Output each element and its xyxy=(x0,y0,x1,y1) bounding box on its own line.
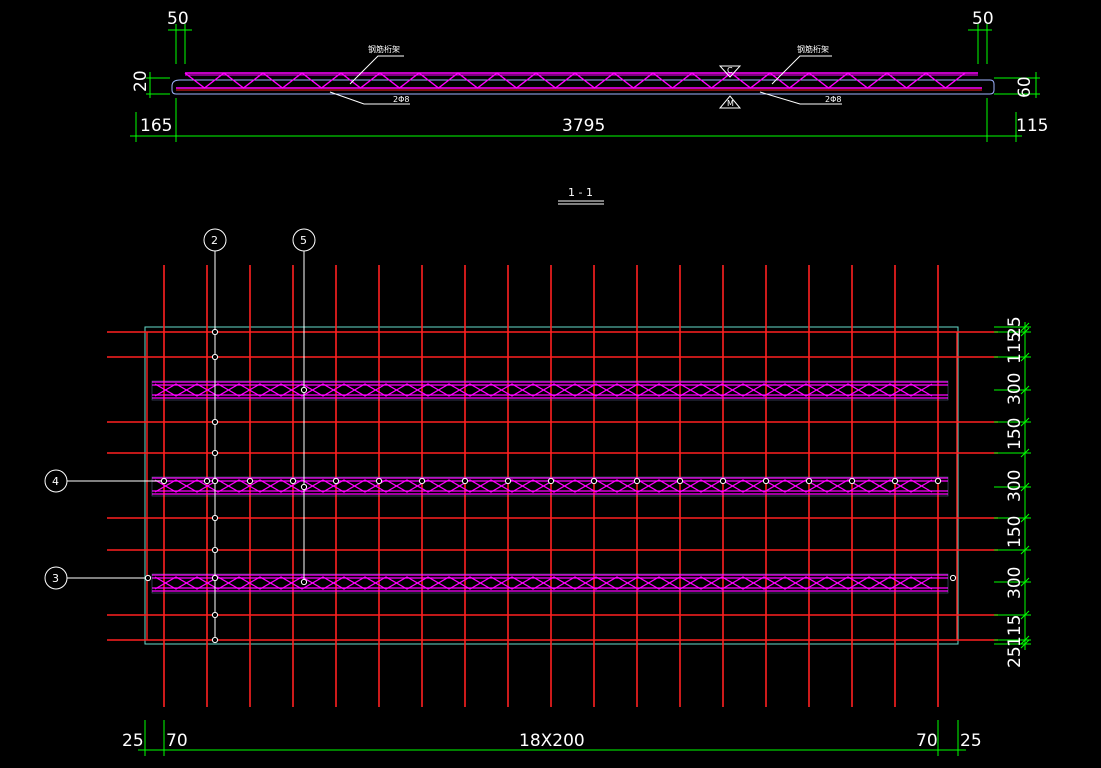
section-dot xyxy=(418,477,426,485)
callout-left-upper: 钢筋桁架 xyxy=(368,44,400,54)
svg-text:2: 2 xyxy=(211,234,218,247)
section-dot xyxy=(949,574,957,582)
plan-bottom-dim-25-right: 25 xyxy=(960,731,982,751)
section-dot xyxy=(762,477,770,485)
section-dot xyxy=(805,477,813,485)
section-dot xyxy=(144,574,152,582)
section-title: 1 - 1 xyxy=(568,186,593,199)
elevation-bottom-dim-115: 115 xyxy=(1016,116,1048,136)
elevation-bottom-dim-3795: 3795 xyxy=(562,116,605,136)
section-dot xyxy=(719,477,727,485)
section-dot xyxy=(289,477,297,485)
section-dot xyxy=(246,477,254,485)
callout-left-lower: 2Φ8 xyxy=(393,95,409,104)
section-dot xyxy=(676,477,684,485)
plan-bottom-dim-spacing: 18X200 xyxy=(519,731,585,751)
section-dot xyxy=(203,477,211,485)
section-dot xyxy=(211,449,219,457)
section-dot xyxy=(211,546,219,554)
elevation-top-dim-right: 50 xyxy=(972,9,994,29)
svg-text:5: 5 xyxy=(300,234,307,247)
section-dot xyxy=(504,477,512,485)
elevation-left-height: 20 xyxy=(131,70,151,92)
section-dot xyxy=(547,477,555,485)
section-dot xyxy=(211,611,219,619)
callout-right-upper: 钢筋桁架 xyxy=(797,44,829,54)
section-dot xyxy=(461,477,469,485)
plan-right-dim-25-bottom: 25 xyxy=(1005,646,1025,668)
plan-right-dim-300-c: 300 xyxy=(1005,567,1025,599)
section-dot xyxy=(211,574,219,582)
plan-bottom-dim-70-right: 70 xyxy=(916,731,938,751)
section-dot xyxy=(590,477,598,485)
section-dot xyxy=(848,477,856,485)
svg-text:4: 4 xyxy=(52,475,59,488)
plan-right-dim-115-top: 115 xyxy=(1005,332,1025,364)
section-dot xyxy=(211,477,219,485)
section-dot xyxy=(160,477,168,485)
plan-right-dim-150-b: 150 xyxy=(1005,516,1025,548)
plan-bottom-dim-70-left: 70 xyxy=(166,731,188,751)
section-dot xyxy=(211,328,219,336)
section-dot xyxy=(211,636,219,644)
section-dot xyxy=(300,386,308,394)
marker-bottom-symbol: M xyxy=(727,99,734,108)
section-dot xyxy=(332,477,340,485)
section-dot xyxy=(211,418,219,426)
section-dot xyxy=(633,477,641,485)
elevation-bottom-dim-165: 165 xyxy=(140,116,172,136)
plan-right-dim-300-b: 300 xyxy=(1005,470,1025,502)
section-dot xyxy=(934,477,942,485)
plan-right-dim-150-a: 150 xyxy=(1005,418,1025,450)
section-dot xyxy=(375,477,383,485)
section-dot xyxy=(300,578,308,586)
callout-right-lower: 2Φ8 xyxy=(825,95,841,104)
section-dot xyxy=(300,483,308,491)
section-dot xyxy=(211,353,219,361)
plan-right-dim-115-bottom: 115 xyxy=(1005,615,1025,647)
section-dot xyxy=(211,514,219,522)
marker-top-symbol: C xyxy=(727,66,733,75)
elevation-right-height: 60 xyxy=(1015,76,1035,98)
plan-bottom-dim-25-left: 25 xyxy=(122,731,144,751)
svg-text:3: 3 xyxy=(52,572,59,585)
plan-right-dim-300-a: 300 xyxy=(1005,373,1025,405)
cad-drawing: C M 钢筋桁架 2Φ8 钢筋桁架 2Φ8 50 50 20 60 165 37… xyxy=(0,0,1101,768)
elevation-top-dim-left: 50 xyxy=(167,9,189,29)
section-dot xyxy=(891,477,899,485)
